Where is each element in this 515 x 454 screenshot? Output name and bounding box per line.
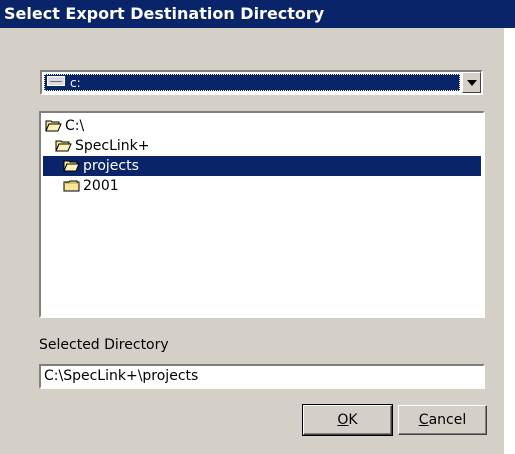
drive-icon [47, 76, 65, 86]
directory-label: C:\ [65, 118, 85, 134]
open-folder-icon [55, 140, 72, 152]
drive-selected-item: c: [44, 74, 460, 91]
window-title: Select Export Destination Directory [4, 4, 325, 23]
directory-item-projects[interactable]: projects [43, 156, 481, 176]
cancel-button[interactable]: Cancel [398, 405, 487, 435]
cancel-label-rest: ancel [428, 412, 467, 428]
selected-directory-field[interactable]: C:\SpecLink+\projects [39, 364, 485, 389]
folder-icon [63, 180, 80, 192]
ok-mnemonic: O [337, 412, 349, 428]
directory-list[interactable]: C:\ SpecLink+ projects 2001 [39, 111, 485, 318]
ok-button[interactable]: OK [302, 404, 393, 436]
open-folder-icon [45, 120, 62, 132]
open-folder-icon [63, 160, 80, 172]
directory-label: SpecLink+ [75, 138, 150, 154]
dropdown-arrow-button[interactable] [462, 72, 481, 93]
selected-directory-label: Selected Directory [39, 337, 169, 353]
directory-label: projects [83, 158, 139, 174]
ok-label-rest: K [348, 412, 358, 428]
drive-dropdown[interactable]: c: [40, 70, 483, 95]
directory-label: 2001 [83, 178, 119, 194]
cancel-mnemonic: C [418, 412, 429, 428]
title-bar[interactable]: Select Export Destination Directory [0, 0, 515, 28]
drive-label: c: [70, 76, 81, 90]
